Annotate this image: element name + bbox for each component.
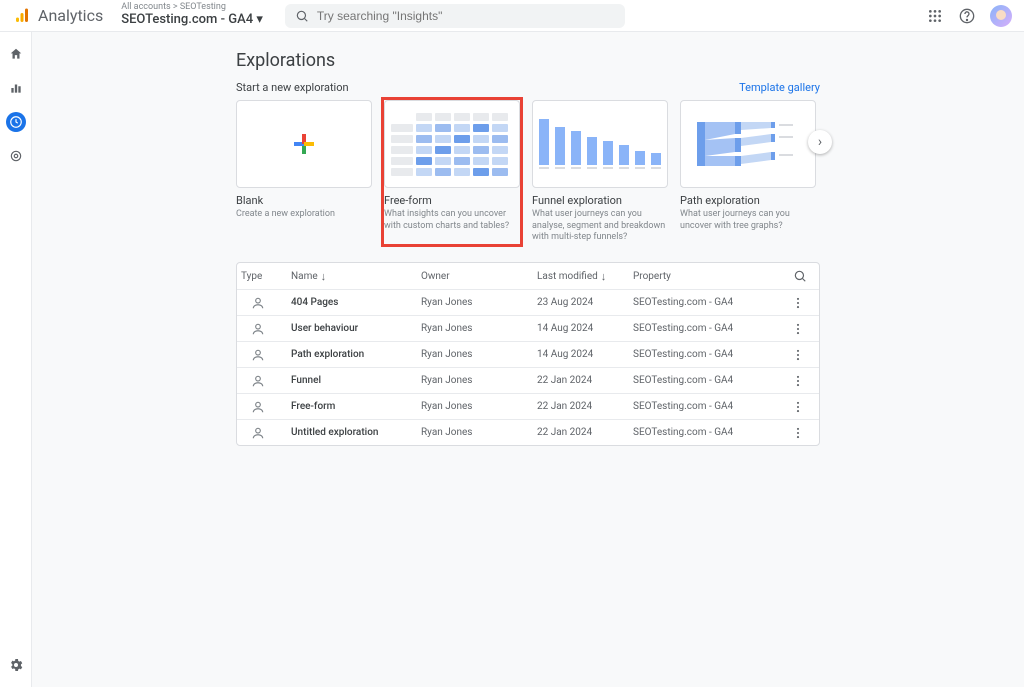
sort-down-icon: ↓ <box>601 270 607 283</box>
template-thumb-path <box>680 100 816 188</box>
row-name: Funnel <box>291 375 421 386</box>
template-title: Path exploration <box>680 194 816 207</box>
explorations-table: Type Name↓ Owner Last modified↓ Property… <box>236 262 820 446</box>
row-name: 404 Pages <box>291 297 421 308</box>
person-icon <box>241 426 265 440</box>
account-switcher[interactable]: All accounts > SEOTesting SEOTesting.com… <box>121 3 263 27</box>
template-desc: What user journeys can you uncover with … <box>680 209 816 232</box>
template-card-funnel[interactable]: Funnel exploration What user journeys ca… <box>532 100 668 244</box>
row-more-menu[interactable] <box>791 374 815 388</box>
template-card-path[interactable]: Path exploration What user journeys can … <box>680 100 816 244</box>
logo-area: Analytics <box>12 6 103 25</box>
help-icon[interactable] <box>958 7 976 25</box>
nav-reports-icon[interactable] <box>6 78 26 98</box>
table-row[interactable]: Untitled explorationRyan Jones22 Jan 202… <box>237 419 819 445</box>
search-icon <box>295 9 309 23</box>
user-avatar[interactable] <box>990 5 1012 27</box>
row-owner: Ryan Jones <box>421 401 537 412</box>
row-name: Untitled exploration <box>291 427 421 438</box>
row-property: SEOTesting.com - GA4 <box>633 427 779 438</box>
section-subtitle: Start a new exploration <box>236 81 349 94</box>
row-property: SEOTesting.com - GA4 <box>633 323 779 334</box>
nav-explore-icon[interactable] <box>6 112 26 132</box>
search-bar[interactable] <box>285 4 625 28</box>
row-owner: Ryan Jones <box>421 323 537 334</box>
template-title: Blank <box>236 194 372 207</box>
template-thumb-blank <box>236 100 372 188</box>
template-desc: What insights can you uncover with custo… <box>384 209 520 232</box>
template-gallery-link[interactable]: Template gallery <box>739 81 820 94</box>
row-modified: 14 Aug 2024 <box>537 323 633 334</box>
main-content: Explorations Start a new exploration Tem… <box>32 32 1024 687</box>
table-row[interactable]: User behaviourRyan Jones14 Aug 2024SEOTe… <box>237 315 819 341</box>
th-name[interactable]: Name↓ <box>291 270 421 283</box>
template-title: Free-form <box>384 194 520 207</box>
table-body: 404 PagesRyan Jones23 Aug 2024SEOTesting… <box>237 289 819 445</box>
template-cards: Blank Create a new exploration <box>236 100 820 244</box>
row-modified: 22 Jan 2024 <box>537 401 633 412</box>
row-more-menu[interactable] <box>791 426 815 440</box>
row-modified: 22 Jan 2024 <box>537 375 633 386</box>
analytics-logo-icon <box>12 7 32 25</box>
nav-admin-icon[interactable] <box>6 655 26 675</box>
person-icon <box>241 322 265 336</box>
row-name: User behaviour <box>291 323 421 334</box>
row-owner: Ryan Jones <box>421 297 537 308</box>
template-card-freeform[interactable]: Free-form What insights can you uncover … <box>384 100 520 244</box>
th-property[interactable]: Property <box>633 271 779 282</box>
template-thumb-freeform <box>384 100 520 188</box>
row-owner: Ryan Jones <box>421 349 537 360</box>
template-desc: Create a new exploration <box>236 209 372 221</box>
row-more-menu[interactable] <box>791 322 815 336</box>
th-modified[interactable]: Last modified↓ <box>537 270 633 283</box>
row-modified: 23 Aug 2024 <box>537 297 633 308</box>
person-icon <box>241 348 265 362</box>
person-icon <box>241 374 265 388</box>
row-property: SEOTesting.com - GA4 <box>633 401 779 412</box>
header-actions <box>926 5 1012 27</box>
app-header: Analytics All accounts > SEOTesting SEOT… <box>0 0 1024 32</box>
th-owner[interactable]: Owner <box>421 271 537 282</box>
template-card-blank[interactable]: Blank Create a new exploration <box>236 100 372 244</box>
row-modified: 22 Jan 2024 <box>537 427 633 438</box>
table-row[interactable]: 404 PagesRyan Jones23 Aug 2024SEOTesting… <box>237 289 819 315</box>
sort-down-icon: ↓ <box>321 270 327 283</box>
search-input[interactable] <box>317 9 615 23</box>
row-more-menu[interactable] <box>791 348 815 362</box>
page-title: Explorations <box>236 50 820 71</box>
row-owner: Ryan Jones <box>421 427 537 438</box>
property-name: SEOTesting.com - GA4 ▾ <box>121 13 263 27</box>
person-icon <box>241 400 265 414</box>
table-row[interactable]: FunnelRyan Jones22 Jan 2024SEOTesting.co… <box>237 367 819 393</box>
template-desc: What user journeys can you analyse, segm… <box>532 209 668 244</box>
template-title: Funnel exploration <box>532 194 668 207</box>
row-modified: 14 Aug 2024 <box>537 349 633 360</box>
table-row[interactable]: Path explorationRyan Jones14 Aug 2024SEO… <box>237 341 819 367</box>
row-more-menu[interactable] <box>791 400 815 414</box>
row-property: SEOTesting.com - GA4 <box>633 297 779 308</box>
template-thumb-funnel <box>532 100 668 188</box>
table-row[interactable]: Free-formRyan Jones22 Jan 2024SEOTesting… <box>237 393 819 419</box>
templates-scroll-right[interactable]: › <box>808 130 832 154</box>
sidebar-nav <box>0 32 32 687</box>
row-property: SEOTesting.com - GA4 <box>633 375 779 386</box>
row-owner: Ryan Jones <box>421 375 537 386</box>
th-type[interactable]: Type <box>241 271 291 282</box>
row-name: Path exploration <box>291 349 421 360</box>
person-icon <box>241 296 265 310</box>
row-name: Free-form <box>291 401 421 412</box>
table-search-icon[interactable] <box>793 269 815 283</box>
apps-icon[interactable] <box>926 7 944 25</box>
table-header: Type Name↓ Owner Last modified↓ Property <box>237 263 819 289</box>
nav-home-icon[interactable] <box>6 44 26 64</box>
brand-name: Analytics <box>38 6 103 25</box>
row-more-menu[interactable] <box>791 296 815 310</box>
row-property: SEOTesting.com - GA4 <box>633 349 779 360</box>
nav-advertising-icon[interactable] <box>6 146 26 166</box>
